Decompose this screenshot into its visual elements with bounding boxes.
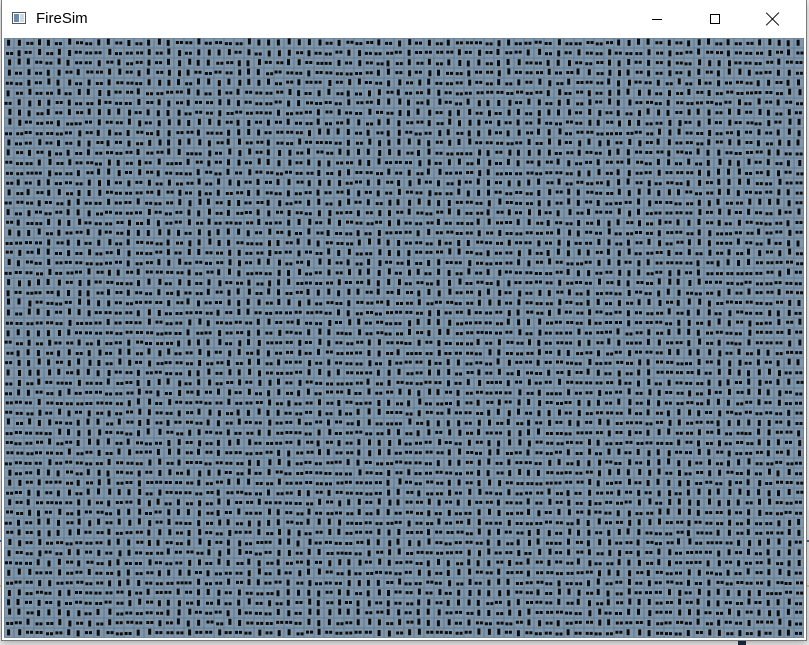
app-window: FireSim	[2, 0, 806, 640]
simulation-grid[interactable]	[4, 38, 804, 638]
background-fragment	[738, 640, 746, 645]
close-icon	[766, 12, 780, 26]
maximize-button[interactable]	[686, 0, 744, 38]
title-bar[interactable]: FireSim	[2, 0, 806, 38]
minimize-button[interactable]	[628, 0, 686, 38]
window-title: FireSim	[36, 10, 88, 27]
maximize-icon	[710, 14, 720, 24]
close-button[interactable]	[744, 0, 802, 38]
app-window-icon[interactable]	[12, 12, 26, 24]
grid-lines	[4, 38, 804, 638]
simulation-canvas[interactable]	[4, 38, 804, 638]
minimize-icon	[652, 18, 662, 20]
